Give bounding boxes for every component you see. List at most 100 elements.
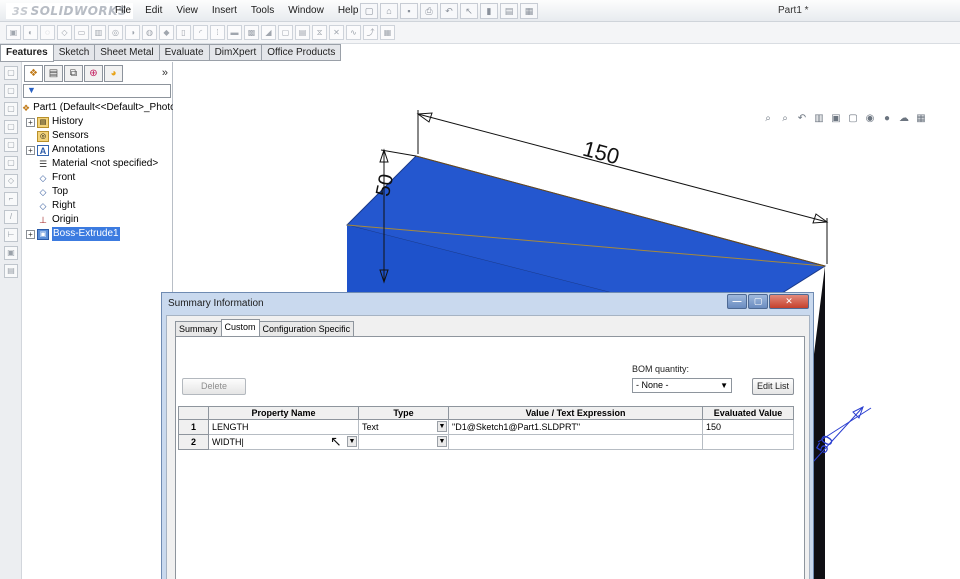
extruded-cut-icon[interactable]: ▥ xyxy=(91,25,106,40)
file-properties-icon[interactable]: ▤ xyxy=(500,3,518,19)
swept-cut-icon[interactable]: ◍ xyxy=(142,25,157,40)
table-row[interactable]: 2 WIDTH| ▼ ▼ xyxy=(178,434,794,450)
chevron-down-icon[interactable]: ▼ xyxy=(437,436,447,447)
tree-item-right-plane[interactable]: ◇ Right xyxy=(22,199,173,213)
draft-icon[interactable]: ◢ xyxy=(261,25,276,40)
bom-quantity-select[interactable]: - None - ▼ xyxy=(632,378,732,393)
tree-item-sensors[interactable]: ◎ Sensors xyxy=(22,129,173,143)
boundary-cut-icon[interactable]: ▯ xyxy=(176,25,191,40)
edit-list-button[interactable]: Edit List xyxy=(752,378,794,395)
tab-custom[interactable]: Custom xyxy=(220,319,260,336)
tab-office-products[interactable]: Office Products xyxy=(262,44,342,61)
freeform-icon[interactable]: ▦ xyxy=(380,25,395,40)
tree-item-part[interactable]: ❖ Part1 (Default<<Default>_Photo xyxy=(22,101,176,115)
chevron-down-icon[interactable]: ▼ xyxy=(437,421,447,432)
shell-icon[interactable]: ▢ xyxy=(278,25,293,40)
extruded-boss-icon[interactable]: ▣ xyxy=(6,25,21,40)
smart-dimension-icon[interactable]: ⊢ xyxy=(4,228,18,242)
view-bottom-icon[interactable]: ▢ xyxy=(4,156,18,170)
revolved-cut-icon[interactable]: ◑ xyxy=(125,25,140,40)
instant3d-icon[interactable]: ⤴ xyxy=(363,25,378,40)
view-front-icon[interactable]: ▢ xyxy=(4,66,18,80)
tab-evaluate[interactable]: Evaluate xyxy=(159,44,210,61)
save-icon[interactable]: ▪ xyxy=(400,3,418,19)
more-tabs-icon[interactable]: » xyxy=(162,67,168,79)
value-cell[interactable]: "D1@Sketch1@Part1.SLDPRT" xyxy=(448,419,703,435)
print-icon[interactable]: ⎙ xyxy=(420,3,438,19)
dimension-length[interactable]: 150 xyxy=(580,136,622,170)
undo-icon[interactable]: ↶ xyxy=(440,3,458,19)
tree-item-front-plane[interactable]: ◇ Front xyxy=(22,171,173,185)
tab-dimxpert[interactable]: DimXpert xyxy=(209,44,263,61)
column-header-evaluated-value[interactable]: Evaluated Value xyxy=(702,406,794,420)
open-icon[interactable]: ⌂ xyxy=(380,3,398,19)
intersect-icon[interactable]: ▤ xyxy=(295,25,310,40)
column-header-property-name[interactable]: Property Name xyxy=(208,406,359,420)
value-cell[interactable] xyxy=(448,434,703,450)
expand-icon[interactable]: + xyxy=(26,229,35,239)
feature-filter[interactable]: ▼ xyxy=(23,84,171,98)
chevron-down-icon[interactable]: ▼ xyxy=(347,436,357,447)
expand-icon[interactable]: + xyxy=(26,117,35,127)
display-manager-tab-icon[interactable]: ◕ xyxy=(104,65,123,82)
tree-item-material[interactable]: ☰ Material <not specified> xyxy=(22,157,173,171)
close-icon[interactable]: ✕ xyxy=(769,294,809,309)
view-iso-icon[interactable]: ◇ xyxy=(4,174,18,188)
sweep-icon[interactable]: ◌ xyxy=(40,25,55,40)
tree-item-boss-extrude1[interactable]: + ▣ Boss-Extrude1 xyxy=(22,227,173,241)
dimension-height[interactable]: 50 xyxy=(372,172,398,198)
hole-wizard-icon[interactable]: ◎ xyxy=(108,25,123,40)
menu-view[interactable]: View xyxy=(169,0,205,22)
tree-item-annotations[interactable]: + A Annotations xyxy=(22,143,173,157)
type-cell[interactable]: Text ▼ xyxy=(358,419,449,435)
boundary-icon[interactable]: ▭ xyxy=(74,25,89,40)
view-right-icon[interactable]: ▢ xyxy=(4,120,18,134)
rebuild-icon[interactable]: ▮ xyxy=(480,3,498,19)
fillet-icon[interactable]: ◜ xyxy=(193,25,208,40)
rib-icon[interactable]: ▬ xyxy=(227,25,242,40)
table-row[interactable]: 1 LENGTH Text ▼ "D1@Sketch1@Part1.SLDPRT"… xyxy=(178,419,794,435)
tab-sketch[interactable]: Sketch xyxy=(53,44,96,61)
tree-item-history[interactable]: + ▤ History xyxy=(22,115,173,129)
select-icon[interactable]: ↖ xyxy=(460,3,478,19)
tab-sheet-metal[interactable]: Sheet Metal xyxy=(95,44,160,61)
display-icon[interactable]: ▣ xyxy=(4,246,18,260)
menu-insert[interactable]: Insert xyxy=(205,0,244,22)
type-cell[interactable]: ▼ xyxy=(358,434,449,450)
column-header-type[interactable]: Type xyxy=(358,406,449,420)
expand-icon[interactable]: + xyxy=(26,145,35,155)
minimize-icon[interactable]: — xyxy=(727,294,747,309)
mirror-icon[interactable]: ⧖ xyxy=(312,25,327,40)
lofted-cut-icon[interactable]: ◆ xyxy=(159,25,174,40)
property-manager-tab-icon[interactable]: ▤ xyxy=(44,65,63,82)
revolve-icon[interactable]: ◐ xyxy=(23,25,38,40)
feature-tree-tab-icon[interactable]: ❖ xyxy=(24,65,43,82)
loft-icon[interactable]: ◇ xyxy=(57,25,72,40)
linear-pattern-icon[interactable]: ⁞ xyxy=(210,25,225,40)
menu-tools[interactable]: Tools xyxy=(244,0,281,22)
view-left-icon[interactable]: ▢ xyxy=(4,102,18,116)
dimxpert-manager-tab-icon[interactable]: ⊕ xyxy=(84,65,103,82)
tab-summary[interactable]: Summary xyxy=(175,321,222,336)
view-back-icon[interactable]: ▢ xyxy=(4,84,18,98)
model-side-face[interactable] xyxy=(813,266,825,579)
curves-icon[interactable]: ∿ xyxy=(346,25,361,40)
tree-item-top-plane[interactable]: ◇ Top xyxy=(22,185,173,199)
tab-configuration-specific[interactable]: Configuration Specific xyxy=(258,321,355,336)
menu-window[interactable]: Window xyxy=(281,0,331,22)
reference-geometry-icon[interactable]: ✕ xyxy=(329,25,344,40)
wrap-icon[interactable]: ▩ xyxy=(244,25,259,40)
options-icon[interactable]: ▦ xyxy=(520,3,538,19)
line-tool-icon[interactable]: / xyxy=(4,210,18,224)
sketch-tool-icon[interactable]: ⌐ xyxy=(4,192,18,206)
column-header-value[interactable]: Value / Text Expression xyxy=(448,406,703,420)
new-document-icon[interactable]: ▢ xyxy=(360,3,378,19)
layers-icon[interactable]: ▤ xyxy=(4,264,18,278)
maximize-icon[interactable]: ▢ xyxy=(748,294,768,309)
view-top-icon[interactable]: ▢ xyxy=(4,138,18,152)
tab-features[interactable]: Features xyxy=(0,44,54,62)
configuration-manager-tab-icon[interactable]: ⧉ xyxy=(64,65,83,82)
menu-edit[interactable]: Edit xyxy=(138,0,169,22)
tree-item-origin[interactable]: ⊥ Origin xyxy=(22,213,173,227)
delete-button[interactable]: Delete xyxy=(182,378,246,395)
